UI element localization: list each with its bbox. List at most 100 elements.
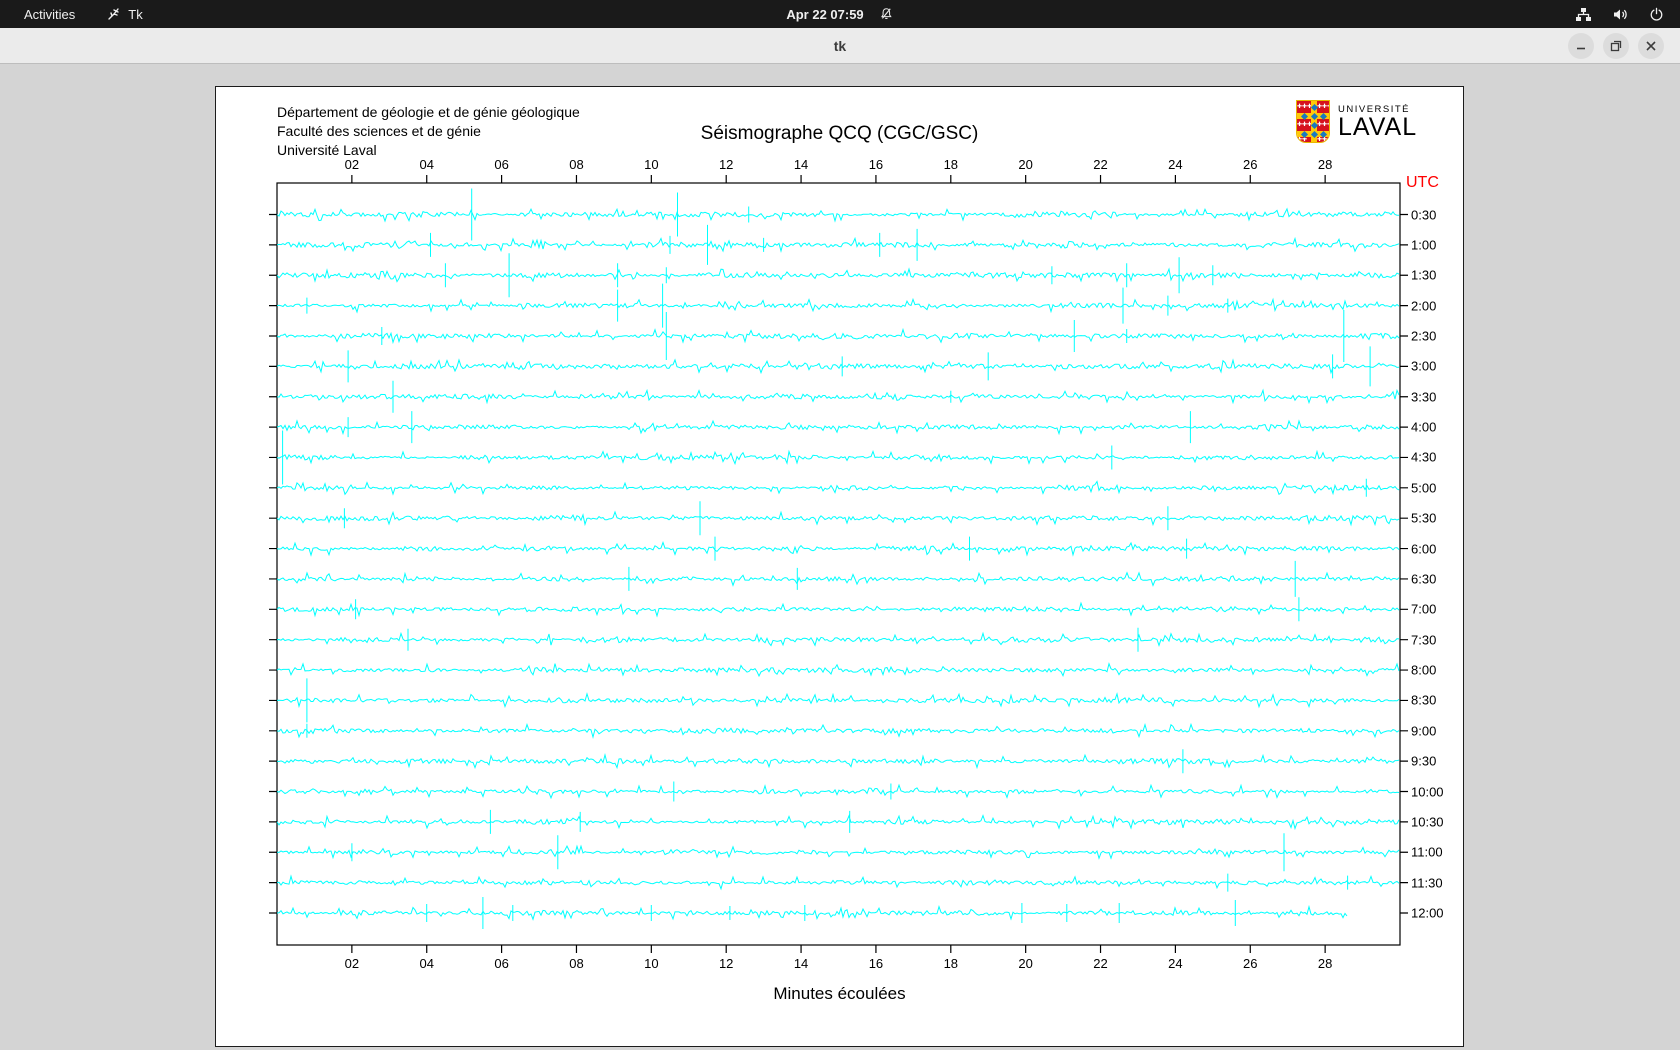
x-tick-bottom-08: 08 bbox=[569, 956, 584, 971]
seismogram-trace-row-0:30 bbox=[276, 188, 1399, 241]
x-tick-top-20: 20 bbox=[1018, 157, 1033, 172]
seismogram-trace-row-11:30 bbox=[276, 873, 1400, 892]
y-time-label-5:30: 5:30 bbox=[1411, 510, 1437, 526]
seismogram-trace-row-1:00 bbox=[276, 224, 1400, 265]
y-time-label-2:30: 2:30 bbox=[1411, 328, 1437, 344]
seismogram-trace-row-10:00 bbox=[276, 781, 1400, 802]
x-tick-bottom-14: 14 bbox=[793, 956, 809, 971]
window-title: tk bbox=[833, 38, 847, 54]
seismogram-trace-row-8:00 bbox=[276, 662, 1400, 678]
y-time-label-8:00: 8:00 bbox=[1411, 662, 1437, 678]
close-button[interactable] bbox=[1638, 33, 1664, 59]
x-tick-top-08: 08 bbox=[569, 157, 584, 172]
seismogram-trace-row-9:30 bbox=[276, 749, 1400, 774]
y-time-label-3:30: 3:30 bbox=[1411, 389, 1437, 405]
seismogram-trace-row-6:00 bbox=[276, 536, 1400, 561]
window-title-bar[interactable]: tk bbox=[0, 28, 1680, 64]
x-tick-bottom-24: 24 bbox=[1168, 956, 1183, 971]
x-tick-top-18: 18 bbox=[943, 157, 959, 172]
y-time-label-5:00: 5:00 bbox=[1411, 480, 1437, 496]
y-time-label-7:30: 7:30 bbox=[1411, 632, 1437, 648]
seismogram-trace-row-3:00 bbox=[276, 346, 1400, 387]
seismogram-trace-row-8:30 bbox=[276, 678, 1400, 723]
x-tick-top-02: 02 bbox=[344, 157, 360, 172]
x-tick-bottom-02: 02 bbox=[344, 956, 360, 971]
seismogram-trace-row-7:30 bbox=[276, 627, 1400, 652]
y-time-label-2:00: 2:00 bbox=[1411, 298, 1437, 314]
x-tick-bottom-20: 20 bbox=[1018, 956, 1033, 971]
x-tick-bottom-04: 04 bbox=[419, 956, 434, 971]
volume-icon[interactable] bbox=[1612, 7, 1629, 22]
y-time-label-7:00: 7:00 bbox=[1411, 601, 1437, 617]
network-wired-icon[interactable] bbox=[1575, 7, 1592, 22]
x-tick-top-04: 04 bbox=[419, 157, 434, 172]
maximize-button[interactable] bbox=[1603, 33, 1629, 59]
gnome-top-bar: Activities Tk Apr 22 07:59 bbox=[0, 0, 1680, 28]
seismogram-trace-row-5:30 bbox=[276, 501, 1400, 536]
x-tick-bottom-16: 16 bbox=[868, 956, 884, 971]
y-time-label-3:00: 3:00 bbox=[1411, 358, 1437, 374]
desktop: Département de géologie et de génie géol… bbox=[0, 64, 1680, 1050]
notifications-disabled-icon bbox=[880, 7, 894, 21]
power-icon[interactable] bbox=[1649, 7, 1664, 22]
x-axis-label: Minutes écoulées bbox=[773, 984, 906, 1003]
focused-app-name: Tk bbox=[128, 6, 143, 22]
tk-app-icon bbox=[107, 7, 121, 21]
seismogram-trace-row-10:30 bbox=[276, 809, 1400, 834]
y-time-label-9:30: 9:30 bbox=[1411, 753, 1437, 769]
x-tick-bottom-12: 12 bbox=[718, 956, 734, 971]
seismogram-trace-row-3:30 bbox=[276, 380, 1400, 413]
x-tick-top-06: 06 bbox=[494, 157, 509, 172]
y-time-label-11:30: 11:30 bbox=[1411, 875, 1443, 891]
x-tick-top-12: 12 bbox=[718, 157, 734, 172]
x-tick-top-16: 16 bbox=[868, 157, 884, 172]
x-tick-top-28: 28 bbox=[1317, 157, 1333, 172]
minimize-button[interactable] bbox=[1568, 33, 1594, 59]
y-time-label-0:30: 0:30 bbox=[1411, 207, 1437, 222]
x-tick-bottom-06: 06 bbox=[494, 956, 509, 971]
x-tick-bottom-18: 18 bbox=[943, 956, 959, 971]
y-time-label-9:00: 9:00 bbox=[1411, 723, 1437, 739]
seismogram-trace-row-1:30 bbox=[276, 253, 1400, 298]
clock-menu[interactable]: Apr 22 07:59 bbox=[786, 0, 893, 28]
x-tick-top-22: 22 bbox=[1093, 157, 1108, 172]
y-time-label-10:00: 10:00 bbox=[1411, 784, 1444, 800]
plot-frame bbox=[276, 182, 1401, 946]
x-tick-bottom-22: 22 bbox=[1093, 956, 1108, 971]
y-time-label-10:30: 10:30 bbox=[1411, 814, 1444, 830]
activities-button[interactable]: Activities bbox=[18, 7, 81, 22]
seismogram-trace-row-4:30 bbox=[276, 430, 1400, 485]
x-tick-top-24: 24 bbox=[1168, 157, 1183, 172]
x-tick-bottom-26: 26 bbox=[1243, 956, 1258, 971]
seismogram-trace-row-12:00 bbox=[276, 897, 1348, 929]
y-time-label-11:00: 11:00 bbox=[1411, 844, 1443, 860]
seismogram-trace-row-6:30 bbox=[276, 560, 1400, 597]
focused-app-menu[interactable]: Tk bbox=[107, 6, 143, 22]
system-status-area[interactable] bbox=[1575, 0, 1680, 28]
seismogram-plot bbox=[269, 175, 1408, 953]
y-time-label-6:00: 6:00 bbox=[1411, 541, 1437, 557]
y-time-label-4:30: 4:30 bbox=[1411, 449, 1437, 465]
seismogram-trace-row-4:00 bbox=[276, 411, 1400, 444]
seismograph-canvas: Département de géologie et de génie géol… bbox=[215, 86, 1464, 1047]
x-tick-top-14: 14 bbox=[793, 157, 809, 172]
screen: Activities Tk Apr 22 07:59 tk Départemen… bbox=[0, 0, 1680, 1050]
x-tick-top-26: 26 bbox=[1243, 157, 1258, 172]
seismogram-trace-row-7:00 bbox=[276, 597, 1400, 622]
seismogram-trace-row-9:00 bbox=[276, 722, 1400, 740]
y-time-label-12:00: 12:00 bbox=[1411, 905, 1444, 921]
y-time-label-6:30: 6:30 bbox=[1411, 571, 1437, 587]
clock-text: Apr 22 07:59 bbox=[786, 6, 864, 22]
y-time-label-4:00: 4:00 bbox=[1411, 419, 1437, 435]
axis-ticks bbox=[269, 175, 1408, 953]
seismogram-trace-row-2:00 bbox=[276, 283, 1400, 328]
y-time-label-1:30: 1:30 bbox=[1411, 267, 1437, 283]
seismogram-trace-row-5:00 bbox=[276, 478, 1400, 497]
y-time-label-1:00: 1:00 bbox=[1411, 237, 1437, 253]
seismogram-trace-row-11:00 bbox=[276, 833, 1400, 872]
x-tick-bottom-10: 10 bbox=[644, 956, 659, 971]
x-tick-bottom-28: 28 bbox=[1317, 956, 1333, 971]
x-tick-top-10: 10 bbox=[644, 157, 659, 172]
y-time-label-8:30: 8:30 bbox=[1411, 692, 1437, 708]
seismogram-trace-row-2:30 bbox=[276, 310, 1400, 362]
